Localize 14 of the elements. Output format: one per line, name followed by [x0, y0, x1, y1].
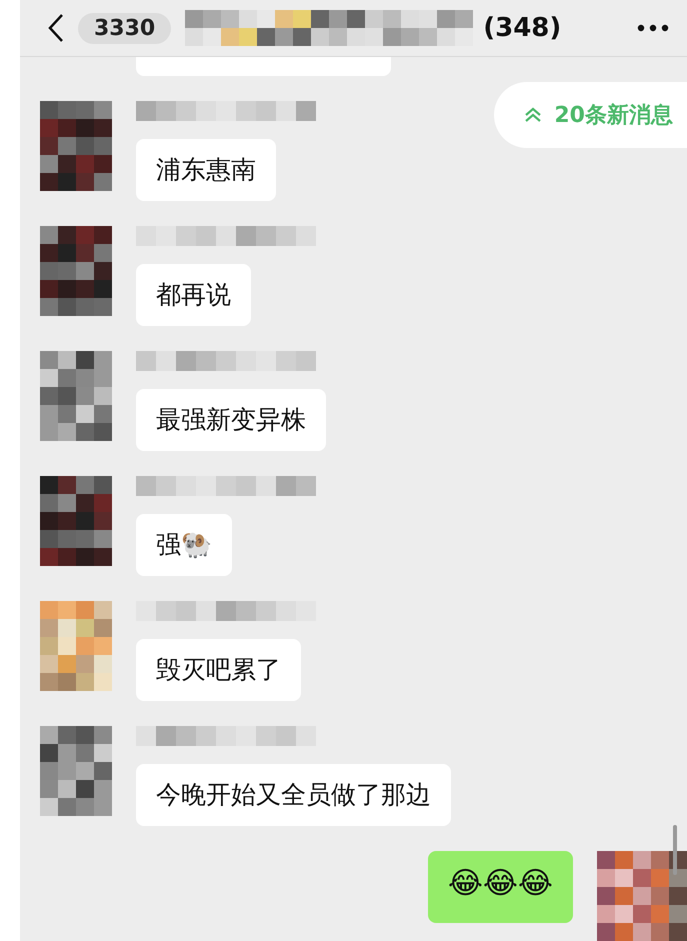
more-icon[interactable]: [637, 24, 669, 32]
unread-count: 3330: [78, 12, 172, 44]
message-bubble: 毁灭吧累了: [136, 639, 301, 701]
back-icon[interactable]: [48, 13, 64, 43]
message-bubble: 都再说: [136, 264, 251, 326]
message-bubble: 😂😂😂: [428, 851, 573, 923]
chat-title: (348): [483, 13, 562, 43]
message-bubble: 今晚开始又全员做了那边: [136, 764, 451, 826]
new-messages-button[interactable]: 20条新消息: [494, 82, 687, 148]
double-chevron-up-icon: [524, 107, 542, 123]
message-bubble: 最强新变异株: [136, 389, 326, 451]
scrollbar: [673, 825, 677, 875]
message-bubble: 强🐏: [136, 514, 232, 576]
message-bubble: 浦东惠南: [136, 139, 276, 201]
